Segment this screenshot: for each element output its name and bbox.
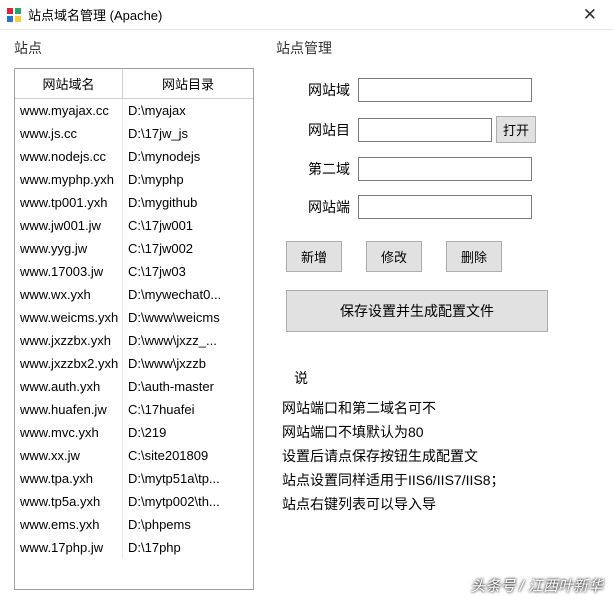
label-port: 网站端 — [276, 197, 358, 217]
cell-dir: D:\auth-master — [123, 375, 253, 398]
th-domain[interactable]: 网站域名 — [15, 69, 123, 98]
window-title: 站点域名管理 (Apache) — [28, 5, 575, 24]
table-row[interactable]: www.mvc.yxhD:\219 — [15, 421, 253, 444]
cell-domain: www.xx.jw — [15, 444, 123, 467]
cell-dir: D:\17php — [123, 536, 253, 559]
table-row[interactable]: www.ems.yxhD:\phpems — [15, 513, 253, 536]
cell-domain: www.jw001.jw — [15, 214, 123, 237]
label-domain: 网站域 — [276, 80, 358, 100]
table-row[interactable]: www.myajax.ccD:\myajax — [15, 99, 253, 122]
cell-domain: www.tp5a.yxh — [15, 490, 123, 513]
cell-dir: D:\mytp51a\tp... — [123, 467, 253, 490]
open-button[interactable]: 打开 — [496, 116, 536, 143]
hint-line: 站点右键列表可以导入导 — [282, 494, 599, 514]
hint-title: 说 — [294, 368, 599, 388]
table-row[interactable]: www.weicms.yxhD:\www\weicms — [15, 306, 253, 329]
table-row[interactable]: www.auth.yxhD:\auth-master — [15, 375, 253, 398]
cell-domain: www.tpa.yxh — [15, 467, 123, 490]
cell-domain: www.myphp.yxh — [15, 168, 123, 191]
cell-dir: D:\www\jxzzb — [123, 352, 253, 375]
cell-dir: C:\17huafei — [123, 398, 253, 421]
table-row[interactable]: www.nodejs.ccD:\mynodejs — [15, 145, 253, 168]
sites-label: 站点 — [14, 38, 254, 58]
cell-domain: www.17003.jw — [15, 260, 123, 283]
input-second[interactable] — [358, 157, 532, 181]
cell-domain: www.jxzzbx2.yxh — [15, 352, 123, 375]
table-row[interactable]: www.tp001.yxhD:\mygithub — [15, 191, 253, 214]
cell-domain: www.17php.jw — [15, 536, 123, 559]
cell-domain: www.jxzzbx.yxh — [15, 329, 123, 352]
input-domain[interactable] — [358, 78, 532, 102]
save-button[interactable]: 保存设置并生成配置文件 — [286, 290, 548, 332]
close-icon[interactable]: ✕ — [575, 5, 605, 25]
cell-dir: D:\mynodejs — [123, 145, 253, 168]
manage-label: 站点管理 — [276, 38, 599, 58]
label-dir: 网站目 — [276, 120, 358, 140]
table-row[interactable]: www.jw001.jwC:\17jw001 — [15, 214, 253, 237]
cell-domain: www.wx.yxh — [15, 283, 123, 306]
cell-domain: www.yyg.jw — [15, 237, 123, 260]
hint-line: 网站端口和第二域名可不 — [282, 398, 599, 418]
cell-dir: D:\myajax — [123, 99, 253, 122]
table-row[interactable]: www.huafen.jwC:\17huafei — [15, 398, 253, 421]
label-second: 第二域 — [276, 159, 358, 179]
hint-line: 设置后请点保存按钮生成配置文 — [282, 446, 599, 466]
table-row[interactable]: www.jxzzbx2.yxhD:\www\jxzzb — [15, 352, 253, 375]
cell-dir: C:\site201809 — [123, 444, 253, 467]
cell-dir: D:\phpems — [123, 513, 253, 536]
table-row[interactable]: www.jxzzbx.yxhD:\www\jxzz_... — [15, 329, 253, 352]
cell-domain: www.tp001.yxh — [15, 191, 123, 214]
table-row[interactable]: www.js.ccD:\17jw_js — [15, 122, 253, 145]
table-row[interactable]: www.tpa.yxhD:\mytp51a\tp... — [15, 467, 253, 490]
cell-dir: D:\www\weicms — [123, 306, 253, 329]
cell-domain: www.js.cc — [15, 122, 123, 145]
input-dir[interactable] — [358, 118, 492, 142]
watermark: 头条号 / 江西叶新华 — [470, 575, 603, 596]
edit-button[interactable]: 修改 — [366, 241, 422, 272]
sites-table[interactable]: 网站域名 网站目录 www.myajax.ccD:\myajaxwww.js.c… — [14, 68, 254, 590]
cell-domain: www.huafen.jw — [15, 398, 123, 421]
cell-dir: D:\www\jxzz_... — [123, 329, 253, 352]
cell-dir: D:\mygithub — [123, 191, 253, 214]
cell-domain: www.nodejs.cc — [15, 145, 123, 168]
cell-dir: D:\mytp002\th... — [123, 490, 253, 513]
input-port[interactable] — [358, 195, 532, 219]
add-button[interactable]: 新增 — [286, 241, 342, 272]
th-dir[interactable]: 网站目录 — [123, 69, 253, 98]
cell-domain: www.auth.yxh — [15, 375, 123, 398]
table-row[interactable]: www.yyg.jwC:\17jw002 — [15, 237, 253, 260]
titlebar: 站点域名管理 (Apache) ✕ — [0, 0, 613, 30]
cell-dir: D:\myphp — [123, 168, 253, 191]
hint-line: 网站端口不填默认为80 — [282, 422, 599, 442]
table-row[interactable]: www.xx.jwC:\site201809 — [15, 444, 253, 467]
table-row[interactable]: www.tp5a.yxhD:\mytp002\th... — [15, 490, 253, 513]
delete-button[interactable]: 删除 — [446, 241, 502, 272]
cell-dir: D:\219 — [123, 421, 253, 444]
table-header: 网站域名 网站目录 — [15, 69, 253, 99]
cell-domain: www.weicms.yxh — [15, 306, 123, 329]
app-icon — [6, 7, 22, 23]
table-row[interactable]: www.17php.jwD:\17php — [15, 536, 253, 559]
table-row[interactable]: www.wx.yxhD:\mywechat0... — [15, 283, 253, 306]
table-row[interactable]: www.myphp.yxhD:\myphp — [15, 168, 253, 191]
cell-dir: D:\mywechat0... — [123, 283, 253, 306]
hint-line: 站点设置同样适用于IIS6/IIS7/IIS8； — [282, 470, 599, 490]
cell-domain: www.ems.yxh — [15, 513, 123, 536]
cell-domain: www.mvc.yxh — [15, 421, 123, 444]
cell-domain: www.myajax.cc — [15, 99, 123, 122]
cell-dir: C:\17jw03 — [123, 260, 253, 283]
cell-dir: C:\17jw001 — [123, 214, 253, 237]
cell-dir: D:\17jw_js — [123, 122, 253, 145]
cell-dir: C:\17jw002 — [123, 237, 253, 260]
table-row[interactable]: www.17003.jwC:\17jw03 — [15, 260, 253, 283]
